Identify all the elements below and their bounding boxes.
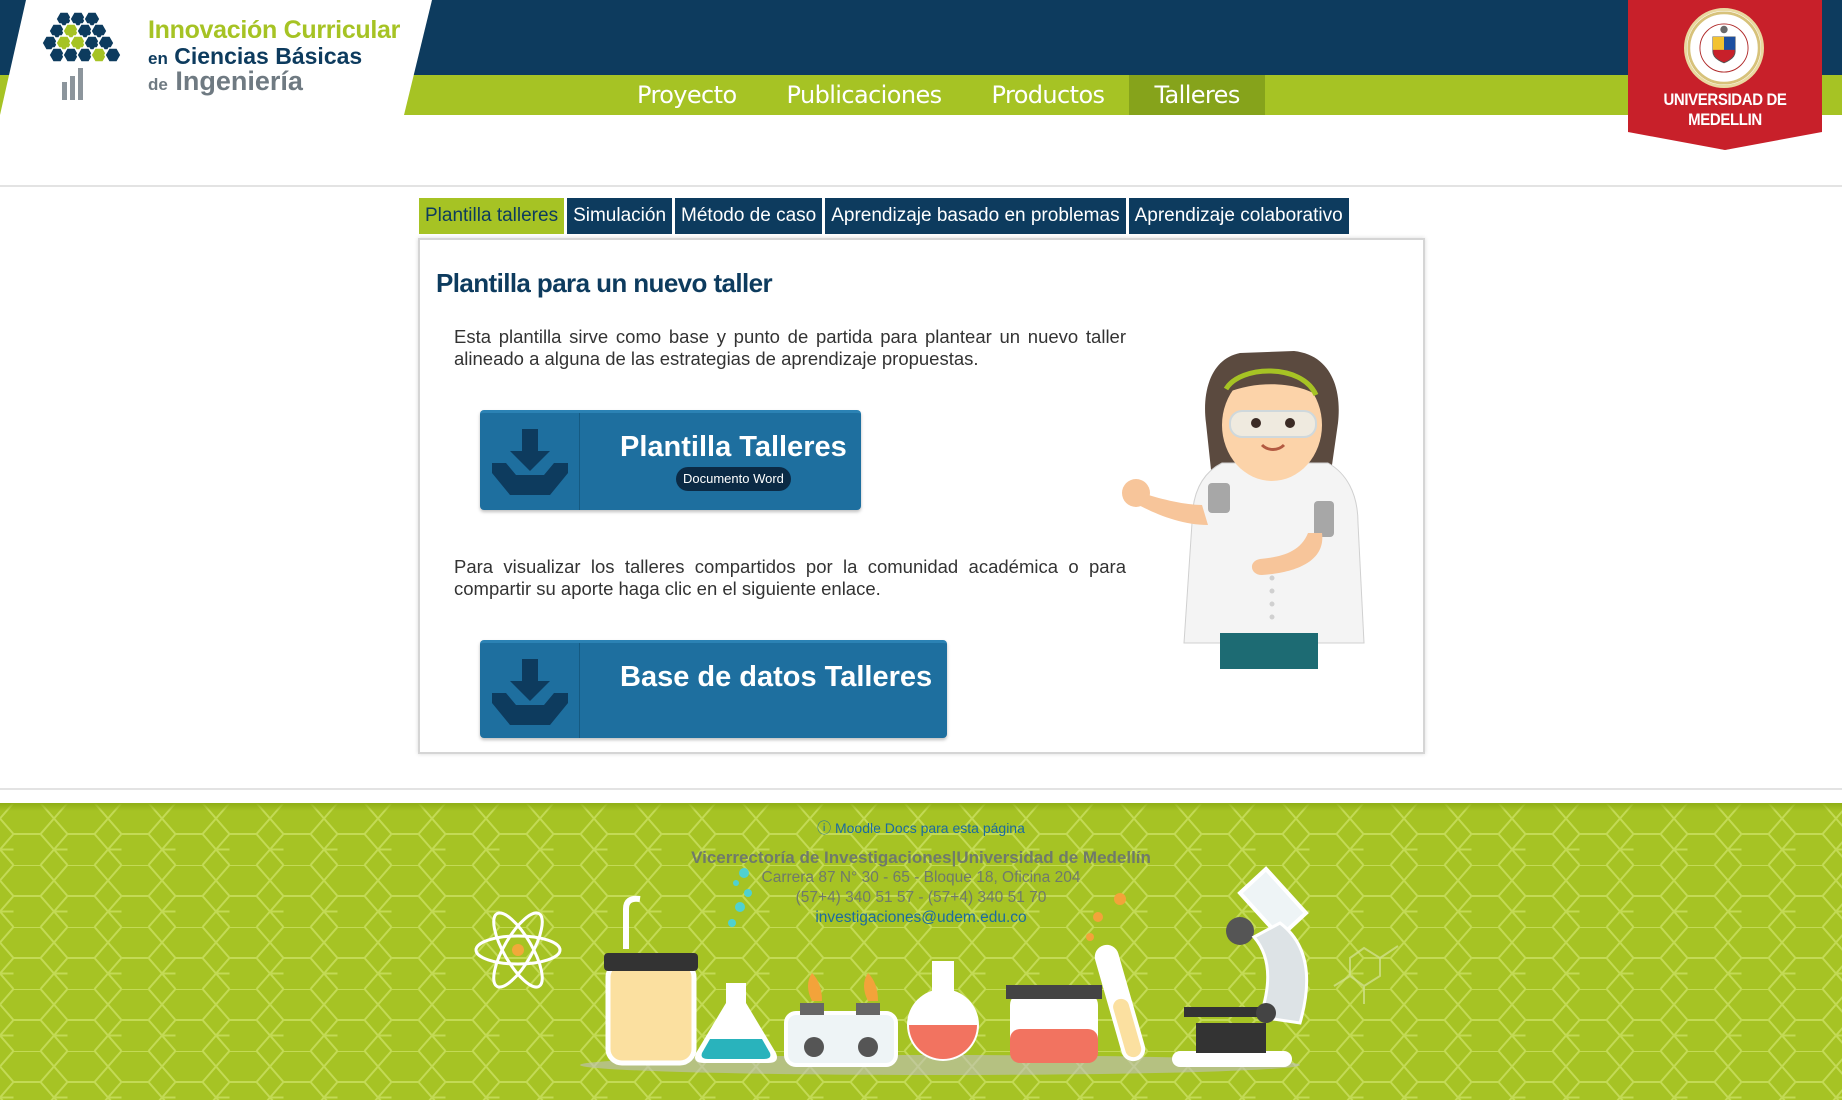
page-title: Plantilla para un nuevo taller bbox=[436, 268, 773, 298]
intro-paragraph: Esta plantilla sirve como base y punto d… bbox=[454, 326, 1126, 369]
tab-metodo-de-caso[interactable]: Método de caso bbox=[675, 198, 823, 234]
download-tray-icon bbox=[492, 659, 568, 725]
divider-top bbox=[0, 185, 1842, 187]
footer-institution: Vicerrectoría de Investigaciones|Univers… bbox=[691, 848, 1151, 867]
nav-item-productos[interactable]: Productos bbox=[967, 75, 1130, 115]
logo-title-line1: Innovación Curricular bbox=[148, 16, 401, 44]
nav-item-publicaciones[interactable]: Publicaciones bbox=[762, 75, 967, 115]
button-label: Base de datos Talleres bbox=[620, 661, 933, 693]
honeycomb-logo-icon bbox=[41, 11, 122, 100]
tab-aprendizaje-basado-en-problemas[interactable]: Aprendizaje basado en problemas bbox=[825, 198, 1126, 234]
share-paragraph: Para visualizar los talleres compartidos… bbox=[454, 556, 1126, 599]
nav-item-proyecto[interactable]: Proyecto bbox=[612, 75, 762, 115]
university-name: UNIVERSIDAD DE MEDELLIN bbox=[1663, 90, 1787, 129]
main-nav: Proyecto Publicaciones Productos Tallere… bbox=[612, 75, 1265, 115]
button-icon-cell bbox=[480, 413, 580, 510]
footer-email-link[interactable]: investigaciones@udem.edu.co bbox=[0, 909, 1842, 927]
tab-aprendizaje-colaborativo[interactable]: Aprendizaje colaborativo bbox=[1128, 198, 1349, 234]
university-seal-icon bbox=[1684, 8, 1764, 88]
help-circle-icon: ⓘ bbox=[817, 820, 835, 836]
section-tabs: Plantilla talleres Simulación Método de … bbox=[419, 198, 1349, 234]
moodle-docs-link[interactable]: ⓘ Moodle Docs para esta página bbox=[0, 818, 1842, 838]
tab-simulacion[interactable]: Simulación bbox=[567, 198, 673, 234]
site-logo[interactable]: Innovación Curricular en Ciencias Básica… bbox=[0, 0, 432, 115]
page: Innovación Curricular en Ciencias Básica… bbox=[0, 0, 1842, 1100]
footer-address: Carrera 87 N° 30 - 65 - Bloque 18, Ofici… bbox=[761, 869, 1081, 886]
nav-item-talleres[interactable]: Talleres bbox=[1129, 75, 1265, 115]
logo-title-line3: de Ingeniería bbox=[148, 66, 303, 96]
download-tray-icon bbox=[492, 429, 568, 495]
divider-bottom bbox=[0, 788, 1842, 790]
button-icon-cell bbox=[480, 643, 580, 738]
scientist-illustration bbox=[1122, 351, 1365, 669]
footer-phones: (57+4) 340 51 57 - (57+4) 340 51 70 bbox=[795, 889, 1047, 906]
tab-plantilla-talleres[interactable]: Plantilla talleres bbox=[419, 198, 565, 234]
plantilla-talleres-button[interactable]: Plantilla Talleres Documento Word bbox=[480, 410, 861, 510]
base-de-datos-talleres-button[interactable]: Base de datos Talleres bbox=[480, 640, 947, 738]
button-label: Plantilla Talleres bbox=[620, 431, 847, 463]
document-type-badge: Documento Word bbox=[676, 467, 791, 491]
